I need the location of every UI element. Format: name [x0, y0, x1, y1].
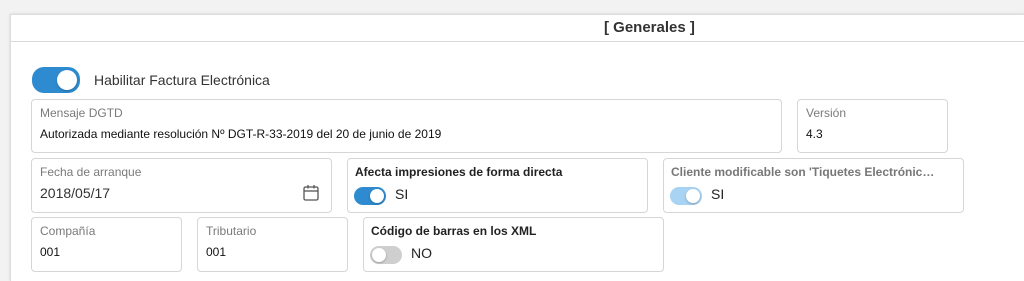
tributario-label: Tributario [206, 224, 257, 238]
afecta-impresiones-toggle[interactable] [354, 187, 386, 205]
cliente-modificable-label: Cliente modificable son 'Tiquetes Electr… [671, 165, 937, 179]
afecta-impresiones-field: Afecta impresiones de forma directa SI [347, 158, 648, 213]
panel-header: [ Generales ] [11, 15, 1024, 42]
compania-label: Compañía [40, 224, 96, 238]
mensaje-dgtd-field[interactable]: Mensaje DGTD Autorizada mediante resoluc… [31, 99, 782, 153]
toggle-knob [372, 248, 386, 262]
version-field[interactable]: Versión 4.3 [797, 99, 948, 153]
panel-title: [ Generales ] [604, 19, 695, 36]
fecha-arranque-value: 2018/05/17 [40, 185, 111, 201]
toggle-knob [686, 189, 700, 203]
toggle-knob [57, 70, 77, 90]
mensaje-dgtd-label: Mensaje DGTD [40, 106, 123, 120]
codigo-barras-field: Código de barras en los XML NO [363, 217, 664, 272]
codigo-barras-state: NO [411, 245, 432, 261]
compania-field[interactable]: Compañía 001 [31, 217, 182, 272]
generales-panel: [ Generales ] Habilitar Factura Electrón… [10, 14, 1024, 281]
afecta-impresiones-label: Afecta impresiones de forma directa [355, 165, 563, 179]
version-value: 4.3 [806, 127, 823, 141]
tributario-field[interactable]: Tributario 001 [197, 217, 348, 272]
version-label: Versión [806, 106, 847, 120]
fecha-arranque-field[interactable]: Fecha de arranque 2018/05/17 [31, 158, 332, 213]
einvoice-toggle[interactable] [32, 67, 80, 93]
codigo-barras-toggle[interactable] [370, 246, 402, 264]
cliente-modificable-field: Cliente modificable son 'Tiquetes Electr… [663, 158, 964, 213]
tributario-value: 001 [206, 245, 227, 259]
cliente-modificable-toggle[interactable] [670, 187, 702, 205]
cliente-modificable-state: SI [711, 186, 725, 202]
fecha-arranque-label: Fecha de arranque [40, 165, 142, 179]
codigo-barras-label: Código de barras en los XML [371, 224, 537, 238]
mensaje-dgtd-value: Autorizada mediante resolución Nº DGT-R-… [40, 127, 442, 141]
afecta-impresiones-state: SI [395, 186, 409, 202]
toggle-knob [370, 189, 384, 203]
calendar-icon[interactable] [303, 184, 319, 201]
compania-value: 001 [40, 245, 61, 259]
einvoice-toggle-label: Habilitar Factura Electrónica [94, 72, 270, 88]
